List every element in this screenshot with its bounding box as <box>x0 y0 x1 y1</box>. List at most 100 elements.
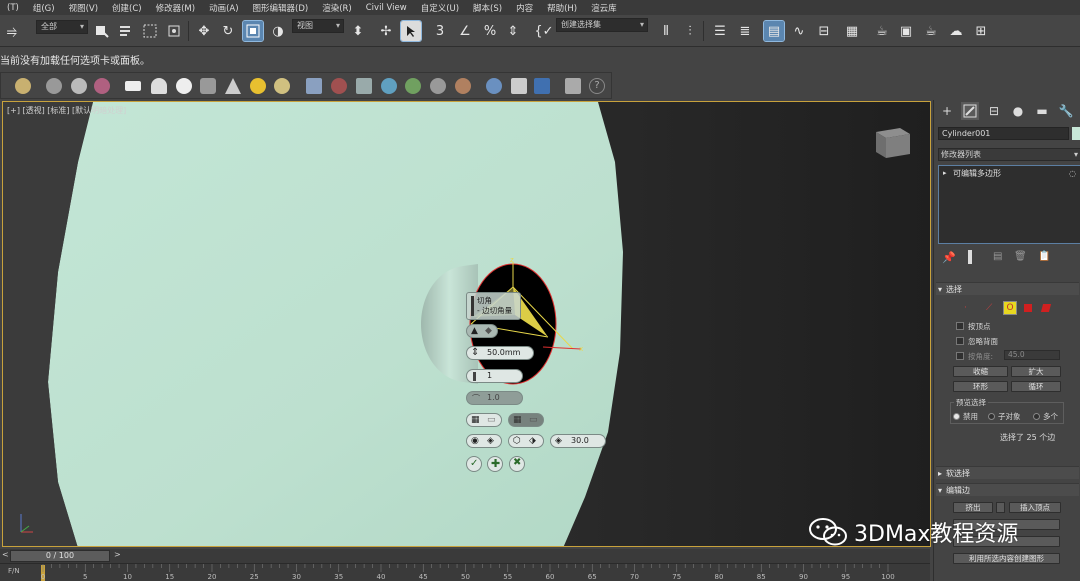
menu-item-render-cloud[interactable]: 渲云库 <box>584 2 624 14</box>
plane-icon[interactable] <box>125 81 141 91</box>
vertex-level-icon[interactable]: · <box>964 303 967 313</box>
percent-snap-icon[interactable]: % <box>480 21 500 41</box>
object-color-swatch[interactable] <box>1072 127 1080 140</box>
by-angle-checkbox[interactable]: 按角度: <box>956 351 993 362</box>
select-manipulate-icon[interactable]: ✢ <box>376 21 396 41</box>
by-angle-field[interactable]: 45.0 <box>1004 350 1060 360</box>
ring-button[interactable]: 环形 <box>953 381 1008 392</box>
teapot-icon[interactable] <box>15 78 31 94</box>
edit-edges-rollout-header[interactable]: ▾ 编辑边 <box>936 483 1079 496</box>
keyboard-shortcut-override-icon[interactable] <box>400 20 422 42</box>
hierarchy-tab-icon[interactable]: ⊟ <box>985 102 1003 120</box>
toggle-ribbon-icon[interactable]: ▤ <box>763 20 785 42</box>
menu-item-customize[interactable]: 自定义(U) <box>414 2 466 14</box>
menu-item-animation[interactable]: 动画(A) <box>202 2 245 14</box>
cone-icon[interactable] <box>225 78 241 94</box>
select-object-icon[interactable] <box>91 21 111 41</box>
chamfer-amount-field[interactable]: ⇕ 50.0mm <box>466 346 534 360</box>
viewport-label-menu[interactable]: [+] [透视] [标准] [默认明暗处理] <box>7 105 126 116</box>
curve-editor-icon[interactable]: ∿ <box>789 21 809 41</box>
configure-modifier-sets-icon[interactable]: 📋 <box>1038 251 1050 262</box>
named-selection-set-dropdown[interactable]: 创建选择集 <box>556 18 648 32</box>
array-icon[interactable] <box>511 78 527 94</box>
render-shortcuts-icon[interactable]: ⊞ <box>971 21 991 41</box>
extrude-button[interactable]: 挤出 <box>953 502 993 513</box>
modifier-list-dropdown[interactable]: 修改器列表 <box>938 148 1080 161</box>
pin-stack-icon[interactable]: 📌 <box>942 251 956 264</box>
grow-button[interactable]: 扩大 <box>1011 366 1061 377</box>
tree-icon[interactable] <box>405 78 421 94</box>
render-setup-icon[interactable]: ☕ <box>872 21 892 41</box>
sphere-icon[interactable] <box>486 78 502 94</box>
material-editor-icon[interactable]: ▦ <box>842 21 862 41</box>
menu-item-group[interactable]: 组(G) <box>26 2 62 14</box>
make-unique-icon[interactable]: ▤ <box>993 251 1002 262</box>
select-by-name-icon[interactable] <box>116 21 136 41</box>
stack-item-editable-poly[interactable]: ▸ 可编辑多边形 ◌ <box>941 168 1078 179</box>
camera-icon[interactable] <box>306 78 322 94</box>
rotate-icon[interactable]: ↻ <box>218 21 238 41</box>
chamfer-type-control[interactable]: ▲ ◆ <box>466 324 498 338</box>
sphere-light-icon[interactable] <box>71 78 87 94</box>
caddy-drag-handle[interactable] <box>471 296 474 316</box>
menu-item-views[interactable]: 视图(V) <box>62 2 105 14</box>
chamfer-smooth-type-control[interactable]: ◉ ◈ <box>466 434 502 448</box>
light-sphere-icon[interactable] <box>176 78 192 94</box>
display-tab-icon[interactable]: ▬ <box>1033 102 1051 120</box>
soft-selection-rollout-header[interactable]: ▸ 软选择 <box>936 466 1079 479</box>
element-level-icon[interactable] <box>1040 304 1052 312</box>
menu-item-modifiers[interactable]: 修改器(M) <box>149 2 202 14</box>
reference-coordinate-dropdown[interactable]: 视图 <box>292 19 344 33</box>
menu-item-graph-editors[interactable]: 图形编辑器(D) <box>246 2 316 14</box>
axis-constraint-icon[interactable] <box>46 78 62 94</box>
menu-item-content[interactable]: 内容 <box>509 2 540 14</box>
render-production-icon[interactable]: ☕ <box>921 21 941 41</box>
render-in-cloud-icon[interactable]: ☁ <box>946 21 966 41</box>
timeline-ruler[interactable]: F/N 0 5 10 15 20 25 30 35 40 45 50 55 60 65 70 75 80 85 90… <box>0 563 930 581</box>
modifier-stack[interactable]: ▸ 可编辑多边形 ◌ <box>938 165 1080 244</box>
schematic-view-icon[interactable]: ⊟ <box>814 21 834 41</box>
time-next-icon[interactable]: > <box>114 550 121 559</box>
caddy-cancel-button[interactable]: ✖ <box>509 456 525 472</box>
chamfer-smooth-toggle[interactable]: ▦ ▭ <box>466 413 502 427</box>
particle-icon[interactable] <box>94 78 110 94</box>
create-tab-icon[interactable]: + <box>938 102 956 120</box>
time-slider-thumb[interactable]: 0 / 100 <box>10 550 110 562</box>
hair-icon[interactable] <box>430 78 446 94</box>
align-icon[interactable]: ⫶ <box>680 21 700 41</box>
hemisphere-icon[interactable] <box>151 78 167 94</box>
utilities-tab-icon[interactable]: 🔧 <box>1057 102 1075 120</box>
rendered-frame-window-icon[interactable]: ▣ <box>896 21 916 41</box>
loop-button[interactable]: 循环 <box>1011 381 1061 392</box>
angle-snap-icon[interactable]: ∠ <box>455 21 475 41</box>
menu-item-civil-view[interactable]: Civil View <box>359 3 414 13</box>
preview-subobject-radio[interactable]: 子对象 <box>988 411 1021 422</box>
selection-rollout-header[interactable]: ▾ 选择 <box>936 282 1079 295</box>
object-name-field[interactable]: Cylinder001 <box>938 127 1069 140</box>
chamfer-smooth-threshold-field[interactable]: ◈ 30.0 <box>550 434 606 448</box>
show-end-result-icon[interactable] <box>968 250 972 264</box>
move-icon[interactable]: ✥ <box>194 21 214 41</box>
edit-named-selection-icon[interactable]: {✓ <box>534 21 554 41</box>
expand-arrow-icon[interactable]: ▸ <box>943 168 947 179</box>
extrude-settings-icon[interactable] <box>996 502 1005 513</box>
render-icon[interactable] <box>534 78 550 94</box>
chamfer-open-toggle[interactable]: ▦ ▭ <box>508 413 544 427</box>
mirror-icon[interactable]: ⫴ <box>656 21 676 41</box>
material-icon[interactable] <box>455 78 471 94</box>
globe-icon[interactable] <box>381 78 397 94</box>
perspective-viewport[interactable]: [+] [透视] [标准] [默认明暗处理] z x 切角 - 边切角量 ▲ ◆… <box>2 101 931 547</box>
remove-modifier-icon[interactable]: 🗑 <box>1014 251 1027 262</box>
helper-icon[interactable] <box>356 78 372 94</box>
border-level-icon[interactable]: O <box>1003 301 1017 315</box>
caddy-apply-button[interactable]: ✚ <box>487 456 503 472</box>
preview-off-radio[interactable]: 禁用 <box>953 411 978 422</box>
edge-level-icon[interactable]: ⟋ <box>986 303 992 313</box>
motion-tab-icon[interactable]: ● <box>1009 102 1027 120</box>
shrink-button[interactable]: 收缩 <box>953 366 1008 377</box>
polygon-level-icon[interactable] <box>1024 304 1032 312</box>
viewcube-icon[interactable] <box>870 124 912 160</box>
unlink-icon[interactable]: ⥤ <box>2 21 22 41</box>
rectangular-selection-icon[interactable] <box>140 21 160 41</box>
menu-item-rendering[interactable]: 渲染(R) <box>315 2 359 14</box>
